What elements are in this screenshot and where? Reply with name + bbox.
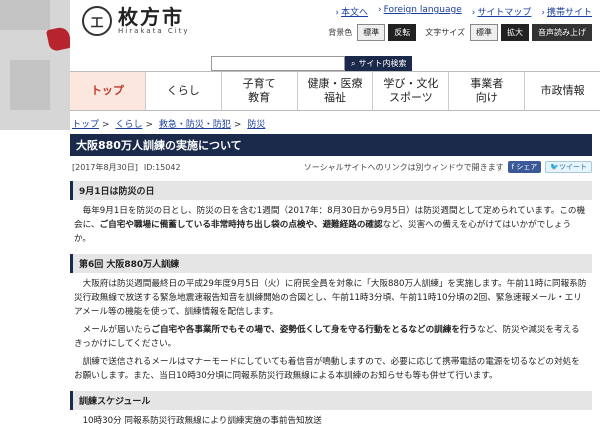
nav-business[interactable]: 事業者 向け <box>448 72 524 110</box>
nav-living[interactable]: くらし <box>144 72 221 110</box>
arrow-icon: › <box>335 8 340 18</box>
osaka-map <box>0 0 73 130</box>
link-mobile-site[interactable]: 携帯サイト <box>547 8 592 18</box>
section-paragraph: 10時30分 同報系防災行政無線により訓練実施の事前告知放送 <box>82 416 322 426</box>
search-input[interactable] <box>211 56 345 71</box>
social-note: ソーシャルサイトへのリンクは別ウィンドウで開きます <box>303 162 504 172</box>
logo-subtitle: Hirakata City <box>118 27 190 35</box>
section-paragraph: メールが届いたらご自宅や各事業所でもその場で、姿勢低くして身を守る行動をとるなど… <box>74 325 580 349</box>
nav-health-welfare[interactable]: 健康・医療 福祉 <box>296 72 373 110</box>
bg-standard-button[interactable]: 標準 <box>357 24 386 41</box>
arrow-icon: › <box>378 5 382 15</box>
main-content: トップ > くらし > 救急・防災・防犯 > 防災 大阪880万人訓練の実施について … <box>70 113 592 428</box>
nav-city-info[interactable]: 市政情報 <box>524 72 600 110</box>
arrow-icon: › <box>541 8 545 18</box>
font-size-label: 文字サイズ <box>425 28 465 37</box>
page-meta: [2017年8月30日] ID:15042 ソーシャルサイトへのリンクは別ウィン… <box>70 161 592 173</box>
facebook-share-button[interactable]: f シェア <box>507 161 542 173</box>
section-paragraph: 訓練で送信されるメールはマナーモードにしていても着信音が鳴動しますので、必要に応… <box>74 357 580 381</box>
breadcrumb-emergency[interactable]: 救急・防災・防犯 <box>159 120 231 130</box>
breadcrumb: トップ > くらし > 救急・防災・防犯 > 防災 <box>72 120 266 130</box>
header: 工 枚方市 Hirakata City › 本文へ › Foreign langua… <box>70 0 600 56</box>
nav-childcare-education[interactable]: 子育て 教育 <box>220 72 297 110</box>
breadcrumb-living[interactable]: くらし <box>115 120 142 130</box>
arrow-icon: › <box>471 8 476 18</box>
read-aloud-button[interactable]: 音声読み上げ <box>532 24 592 41</box>
logo-title: 枚方市 <box>118 5 184 29</box>
link-foreign-language[interactable]: Foreign language <box>384 5 462 15</box>
social-links: ソーシャルサイトへのリンクは別ウィンドウで開きます f シェア 🐦ツイート <box>304 161 592 173</box>
search-button-label: サイト内検索 <box>358 59 407 68</box>
section-paragraph: 大阪府は防災週間最終日の平成29年度9月5日（火）に府民全員を対象に「大阪880… <box>74 279 587 317</box>
section-heading: 9月1日は防災の日 <box>70 181 592 200</box>
link-sitemap[interactable]: サイトマップ <box>477 8 531 18</box>
page-title: 大阪880万人訓練の実施について <box>70 134 592 156</box>
font-standard-button[interactable]: 標準 <box>470 24 498 41</box>
search-button[interactable]: ⌕ サイト内検索 <box>345 56 413 71</box>
bg-color-label: 背景色 <box>328 28 353 37</box>
tweet-button[interactable]: 🐦ツイート <box>545 161 592 173</box>
section-paragraph: 毎年9月1日を防災の日とし、防災の日を含む1週間（2017年：8月30日から9月… <box>74 206 586 244</box>
map-region <box>10 60 50 110</box>
nav-culture-sports[interactable]: 学び・文化 スポーツ <box>372 72 448 110</box>
nav-top[interactable]: トップ <box>70 72 145 110</box>
publish-date: [2017年8月30日] <box>72 162 138 172</box>
search-icon: ⌕ <box>351 58 356 68</box>
link-skip-to-content[interactable]: 本文へ <box>341 8 368 18</box>
section-heading: 訓練スケジュール <box>70 391 592 410</box>
section-heading: 第6回 大阪880万人訓練 <box>70 254 592 273</box>
page-id: ID:15042 <box>143 162 181 172</box>
breadcrumb-top[interactable]: トップ <box>72 120 99 130</box>
city-emblem-icon: 工 <box>82 6 112 36</box>
breadcrumb-disaster-prevention[interactable]: 防災 <box>247 120 265 130</box>
hirakata-highlight <box>45 25 73 53</box>
top-links: › 本文へ › Foreign language › サイトマップ › 携帯サイト <box>335 5 592 18</box>
font-enlarge-button[interactable]: 拡大 <box>501 24 529 41</box>
accessibility-bar: 背景色 標準 反転 文字サイズ 標準 拡大 音声読み上げ <box>322 24 592 41</box>
site-search: ⌕ サイト内検索 <box>211 56 413 71</box>
twitter-icon: 🐦 <box>550 163 559 171</box>
map-region <box>0 0 50 30</box>
site-logo[interactable]: 工 枚方市 Hirakata City <box>82 6 190 36</box>
global-nav: トップ くらし 子育て 教育 健康・医療 福祉 学び・文化 スポーツ 事業者 向… <box>70 71 600 111</box>
bg-invert-button[interactable]: 反転 <box>388 24 417 41</box>
